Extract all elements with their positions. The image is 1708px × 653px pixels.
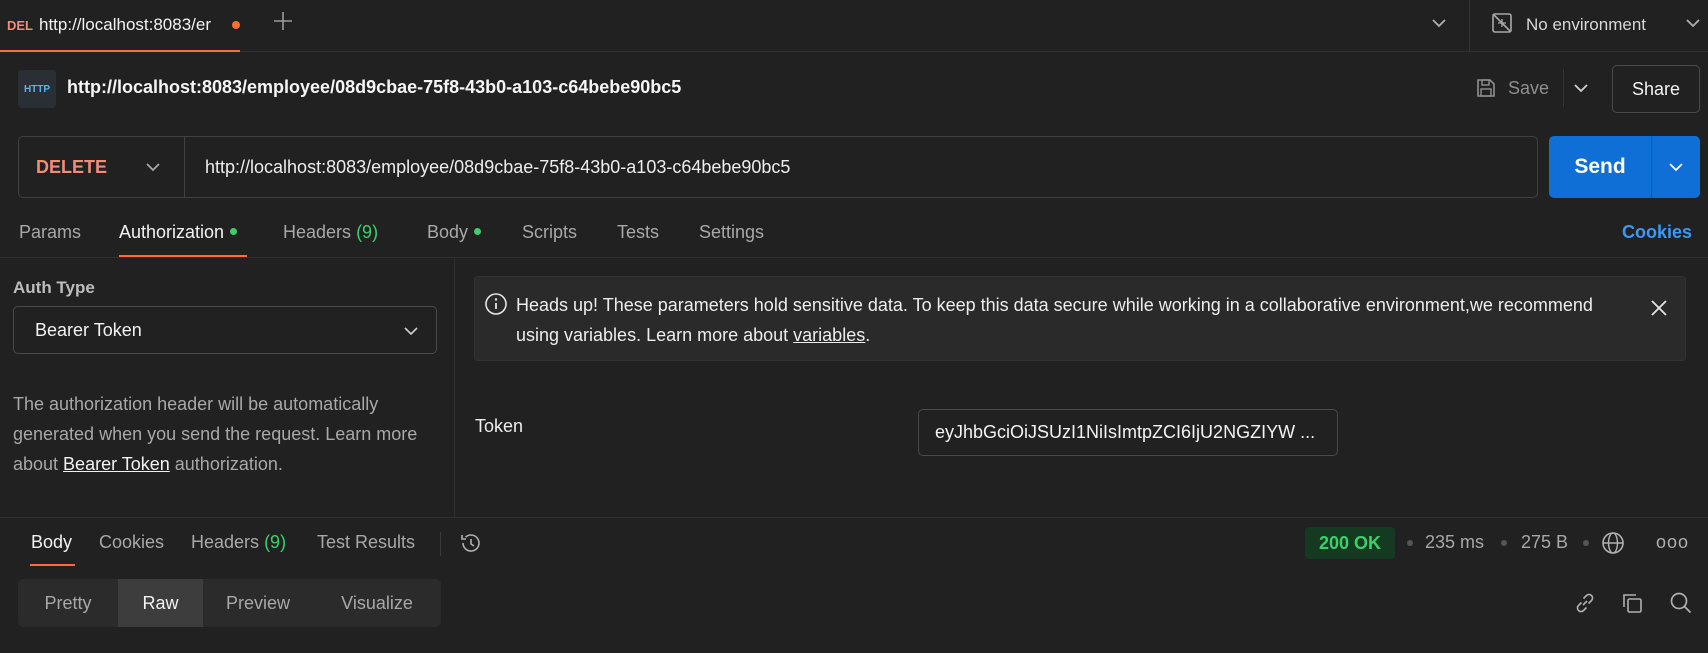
response-size[interactable]: 275 B (1521, 532, 1568, 553)
save-options-chevron-icon[interactable] (1570, 77, 1592, 99)
tab-settings[interactable]: Settings (699, 222, 764, 243)
tab-body[interactable]: Body (427, 222, 482, 243)
new-tab-plus-icon[interactable] (270, 10, 296, 36)
divider (1651, 136, 1652, 198)
request-tab-title: http://localhost:8083/er (39, 15, 212, 34)
variables-link[interactable]: variables (793, 325, 865, 345)
tab-body-label: Body (427, 222, 469, 242)
cookies-link[interactable]: Cookies (1622, 222, 1692, 243)
no-environment-icon (1490, 11, 1514, 40)
token-label: Token (475, 416, 524, 436)
auth-type-label: Auth Type (13, 278, 95, 297)
request-header: HTTP http://localhost:8083/employee/08d9… (0, 53, 1708, 125)
divider (440, 532, 441, 556)
indicator-dot (474, 227, 482, 235)
chevron-down-icon (142, 156, 164, 183)
history-icon[interactable] (458, 530, 484, 561)
request-title[interactable]: http://localhost:8083/employee/08d9cbae-… (67, 77, 681, 98)
tab-authorization[interactable]: Authorization (119, 222, 238, 243)
method-select[interactable]: DELETE (19, 137, 185, 197)
notice-text-body: Heads up! These parameters hold sensitiv… (516, 295, 1593, 345)
request-tab[interactable]: DEL http://localhost:8083/er (0, 0, 240, 52)
response-tab-cookies[interactable]: Cookies (99, 532, 164, 553)
divider (1469, 0, 1470, 52)
active-tab-indicator (30, 564, 75, 566)
search-icon[interactable] (1668, 590, 1694, 621)
environment-label: No environment (1526, 15, 1647, 34)
response-tab-headers[interactable]: Headers (9) (191, 532, 286, 553)
chevron-down-icon (400, 320, 422, 347)
url-input[interactable]: http://localhost:8083/employee/08d9cbae-… (205, 137, 790, 197)
separator-dot (1583, 540, 1589, 546)
save-icon (1477, 79, 1495, 97)
tab-headers-label: Headers (283, 222, 352, 242)
send-options-chevron-icon[interactable] (1665, 156, 1687, 183)
response-time[interactable]: 235 ms (1425, 532, 1484, 553)
more-options-icon[interactable]: ooo (1656, 532, 1689, 553)
tab-params[interactable]: Params (19, 222, 81, 243)
send-button[interactable]: Send (1549, 136, 1700, 198)
divider (1563, 69, 1564, 107)
unsaved-dot (232, 21, 240, 29)
response-tab-headers-label: Headers (191, 532, 260, 552)
notice-text: Heads up! These parameters hold sensitiv… (516, 290, 1596, 350)
response-format-tabs: Pretty Raw Preview Visualize (18, 579, 441, 627)
environment-selector[interactable]: No environment (1490, 10, 1646, 40)
send-label: Send (1574, 155, 1626, 178)
auth-description-suffix: authorization. (169, 454, 283, 474)
share-button[interactable]: Share (1612, 65, 1700, 113)
format-tab-preview[interactable]: Preview (203, 579, 313, 627)
response-headers-count: (9) (264, 532, 287, 552)
headers-count: (9) (356, 222, 379, 242)
separator-dot (1407, 540, 1413, 546)
auth-description: The authorization header will be automat… (13, 389, 433, 479)
status-badge[interactable]: 200 OK (1305, 527, 1395, 559)
response-tab-test-results[interactable]: Test Results (317, 532, 415, 553)
tab-headers[interactable]: Headers (9) (283, 222, 378, 243)
response-tabs: Body Cookies Headers (9) Test Results 20… (0, 518, 1708, 568)
save-button[interactable]: Save (1474, 71, 1549, 105)
separator-dot (1501, 540, 1507, 546)
tab-scripts[interactable]: Scripts (522, 222, 577, 243)
notice-text-suffix: . (865, 325, 871, 345)
tab-strip: DEL http://localhost:8083/er No environm… (0, 0, 1708, 52)
info-icon (483, 291, 509, 322)
tab-authorization-label: Authorization (119, 222, 225, 242)
auth-type-value: Bearer Token (35, 320, 142, 340)
indicator-dot (230, 227, 238, 235)
bearer-token-link[interactable]: Bearer Token (63, 454, 170, 474)
request-tab-method: DEL (7, 17, 33, 33)
token-input[interactable]: eyJhbGciOiJSUzI1NiIsImtpZCI6IjU2NGZIYW .… (918, 409, 1338, 456)
response-tab-body[interactable]: Body (31, 532, 72, 553)
http-icon: HTTP (18, 70, 56, 108)
link-icon[interactable] (1572, 590, 1598, 621)
auth-type-select[interactable]: Bearer Token (13, 306, 437, 354)
method-value: DELETE (36, 156, 108, 177)
active-tab-indicator (119, 255, 247, 257)
sensitive-data-notice: Heads up! These parameters hold sensitiv… (474, 276, 1686, 361)
copy-icon[interactable] (1619, 590, 1645, 621)
tab-tests[interactable]: Tests (617, 222, 659, 243)
auth-sidebar: Auth Type Bearer Token The authorization… (0, 259, 455, 517)
url-bar: DELETE http://localhost:8083/employee/08… (18, 136, 1538, 198)
request-tabs: Params Authorization Headers (9) Body Sc… (0, 210, 1708, 258)
format-tab-pretty[interactable]: Pretty (18, 579, 118, 627)
format-tab-visualize[interactable]: Visualize (313, 579, 441, 627)
format-tab-raw[interactable]: Raw (118, 579, 203, 627)
close-icon[interactable] (1647, 296, 1671, 325)
chevron-down-icon[interactable] (1428, 12, 1450, 34)
chevron-down-icon[interactable] (1682, 12, 1704, 34)
save-label: Save (1508, 77, 1550, 98)
globe-icon[interactable] (1600, 530, 1626, 561)
